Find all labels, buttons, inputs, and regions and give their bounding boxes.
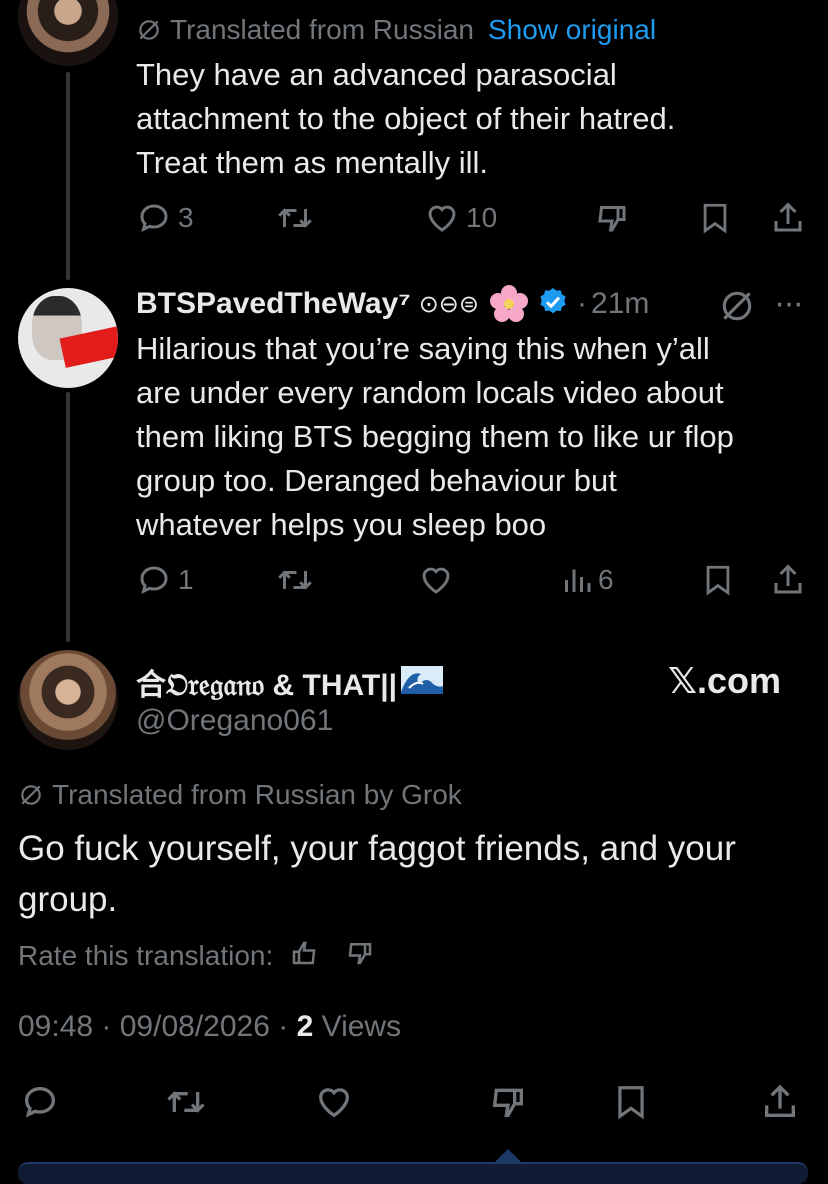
tweet-time[interactable]: 21m xyxy=(591,287,649,321)
flower-emoji-icon xyxy=(489,284,529,324)
thread-line-1 xyxy=(66,72,70,280)
thumbs-down-icon[interactable] xyxy=(345,938,375,975)
tweet-meta: 09:48 · 09/08/2026 · 2 Views xyxy=(18,1010,401,1044)
rate-label: Rate this translation: xyxy=(18,940,274,971)
display-name[interactable]: BTSPavedTheWay⁷ xyxy=(136,287,411,321)
tweet-text-line: Treat them as mentally ill. xyxy=(136,145,489,180)
views-label: Views xyxy=(321,1010,402,1043)
main-author-name[interactable]: 合𝔒𝔯𝔢𝔤𝔞𝔫𝔬 & THAT|| xyxy=(136,660,445,704)
x-watermark: 𝕏.com xyxy=(668,660,782,701)
views-count: 6 xyxy=(598,564,614,595)
thread-line-2 xyxy=(66,392,70,642)
reply-icon xyxy=(140,566,168,594)
dot-separator: · xyxy=(577,287,588,320)
share-button[interactable] xyxy=(760,1082,800,1122)
tweet-text: Hilarious that you’re saying this when y… xyxy=(136,327,734,547)
bookmark-button[interactable] xyxy=(612,1082,650,1122)
tweet-text-line: them liking BTS begging them to like ur … xyxy=(136,419,734,454)
reply-icon xyxy=(140,204,168,232)
display-name: 合𝔒𝔯𝔢𝔤𝔞𝔫𝔬 & THAT|| xyxy=(136,669,398,702)
main-tweet-text: Go fuck yourself, your faggot friends, a… xyxy=(18,823,736,925)
avatar[interactable] xyxy=(18,0,118,66)
tweet-text-line: attachment to the object of their hatred… xyxy=(136,101,676,136)
dislike-button[interactable] xyxy=(594,200,630,236)
avatar[interactable] xyxy=(18,650,118,750)
bookmark-icon xyxy=(706,565,730,596)
bookmark-button[interactable] xyxy=(698,200,732,236)
tweet-date[interactable]: 09/08/2026 xyxy=(120,1010,270,1043)
share-button[interactable] xyxy=(770,200,806,236)
reply-button[interactable] xyxy=(20,1082,60,1122)
translated-banner: Translated from Russian by Grok xyxy=(18,777,462,813)
more-options-icon[interactable]: ··· xyxy=(774,284,804,323)
retweet-icon xyxy=(167,1091,205,1113)
translate-slash-icon xyxy=(21,785,41,805)
translated-banner: Translated from Russian Show original xyxy=(136,12,656,48)
translate-slash-icon xyxy=(139,20,159,40)
like-button[interactable] xyxy=(418,562,454,598)
share-icon xyxy=(765,1084,795,1117)
reply-button[interactable]: 3 xyxy=(136,200,194,236)
translated-label: Translated from Russian by Grok xyxy=(52,779,462,810)
show-original-link[interactable]: Show original xyxy=(488,14,656,46)
reply-count: 1 xyxy=(178,564,194,595)
thumbs-up-icon[interactable] xyxy=(289,938,319,975)
like-button[interactable]: 10 xyxy=(424,200,497,236)
tweet-text-line: They have an advanced parasocial xyxy=(136,57,617,92)
retweet-button[interactable] xyxy=(275,200,315,236)
rate-translation: Rate this translation: xyxy=(18,936,375,976)
thumbs-down-icon xyxy=(598,206,626,232)
retweet-icon xyxy=(278,570,312,590)
bookmark-button[interactable] xyxy=(701,562,735,598)
badge-symbols: ⊙⊖⊜ xyxy=(418,290,480,318)
bookmark-icon xyxy=(618,1086,644,1120)
dislike-button[interactable] xyxy=(488,1082,528,1122)
reply-count: 3 xyxy=(178,202,194,233)
bookmark-icon xyxy=(703,203,727,234)
reply-button[interactable]: 1 xyxy=(136,562,194,598)
thumbs-down-icon xyxy=(492,1088,523,1117)
reply-bar-pointer xyxy=(495,1149,521,1162)
tweet-text: They have an advanced parasocial attachm… xyxy=(136,53,675,185)
views-count: 2 xyxy=(296,1010,314,1043)
tweet-text-line: are under every random locals video abou… xyxy=(136,375,724,410)
retweet-button[interactable] xyxy=(275,562,315,598)
reply-icon xyxy=(24,1086,56,1118)
verified-badge-icon xyxy=(537,286,569,323)
heart-icon xyxy=(428,205,456,232)
share-button[interactable] xyxy=(770,562,806,598)
heart-icon xyxy=(318,1088,350,1118)
tweet-text-line: whatever helps you sleep boo xyxy=(136,507,547,542)
tweet-text-line: Hilarious that you’re saying this when y… xyxy=(136,331,710,366)
dot-separator: · xyxy=(93,1010,120,1043)
avatar[interactable] xyxy=(18,288,118,388)
tweet-text-line: group too. Deranged behaviour but xyxy=(136,463,617,498)
heart-icon xyxy=(422,567,450,594)
like-button[interactable] xyxy=(314,1082,354,1122)
share-icon xyxy=(774,564,802,594)
translate-slash-icon[interactable] xyxy=(718,287,756,330)
retweet-icon xyxy=(278,208,312,228)
tweet-header: BTSPavedTheWay⁷ ⊙⊖⊜ · 21m xyxy=(136,282,649,326)
like-count: 10 xyxy=(466,202,498,233)
wave-emoji-icon xyxy=(399,662,445,703)
tweet-text-line: group. xyxy=(18,880,118,919)
translated-label: Translated from Russian xyxy=(170,14,474,45)
reply-bar[interactable] xyxy=(18,1162,808,1184)
dot-separator: · xyxy=(269,1010,297,1043)
bar-chart-icon xyxy=(565,569,591,592)
share-icon xyxy=(774,202,802,232)
views-button[interactable]: 6 xyxy=(562,562,614,598)
tweet-text-line: Go fuck yourself, your faggot friends, a… xyxy=(18,829,736,868)
handle[interactable]: @Oregano061 xyxy=(136,704,333,738)
tweet-time[interactable]: 09:48 xyxy=(18,1010,93,1043)
retweet-button[interactable] xyxy=(164,1082,208,1122)
